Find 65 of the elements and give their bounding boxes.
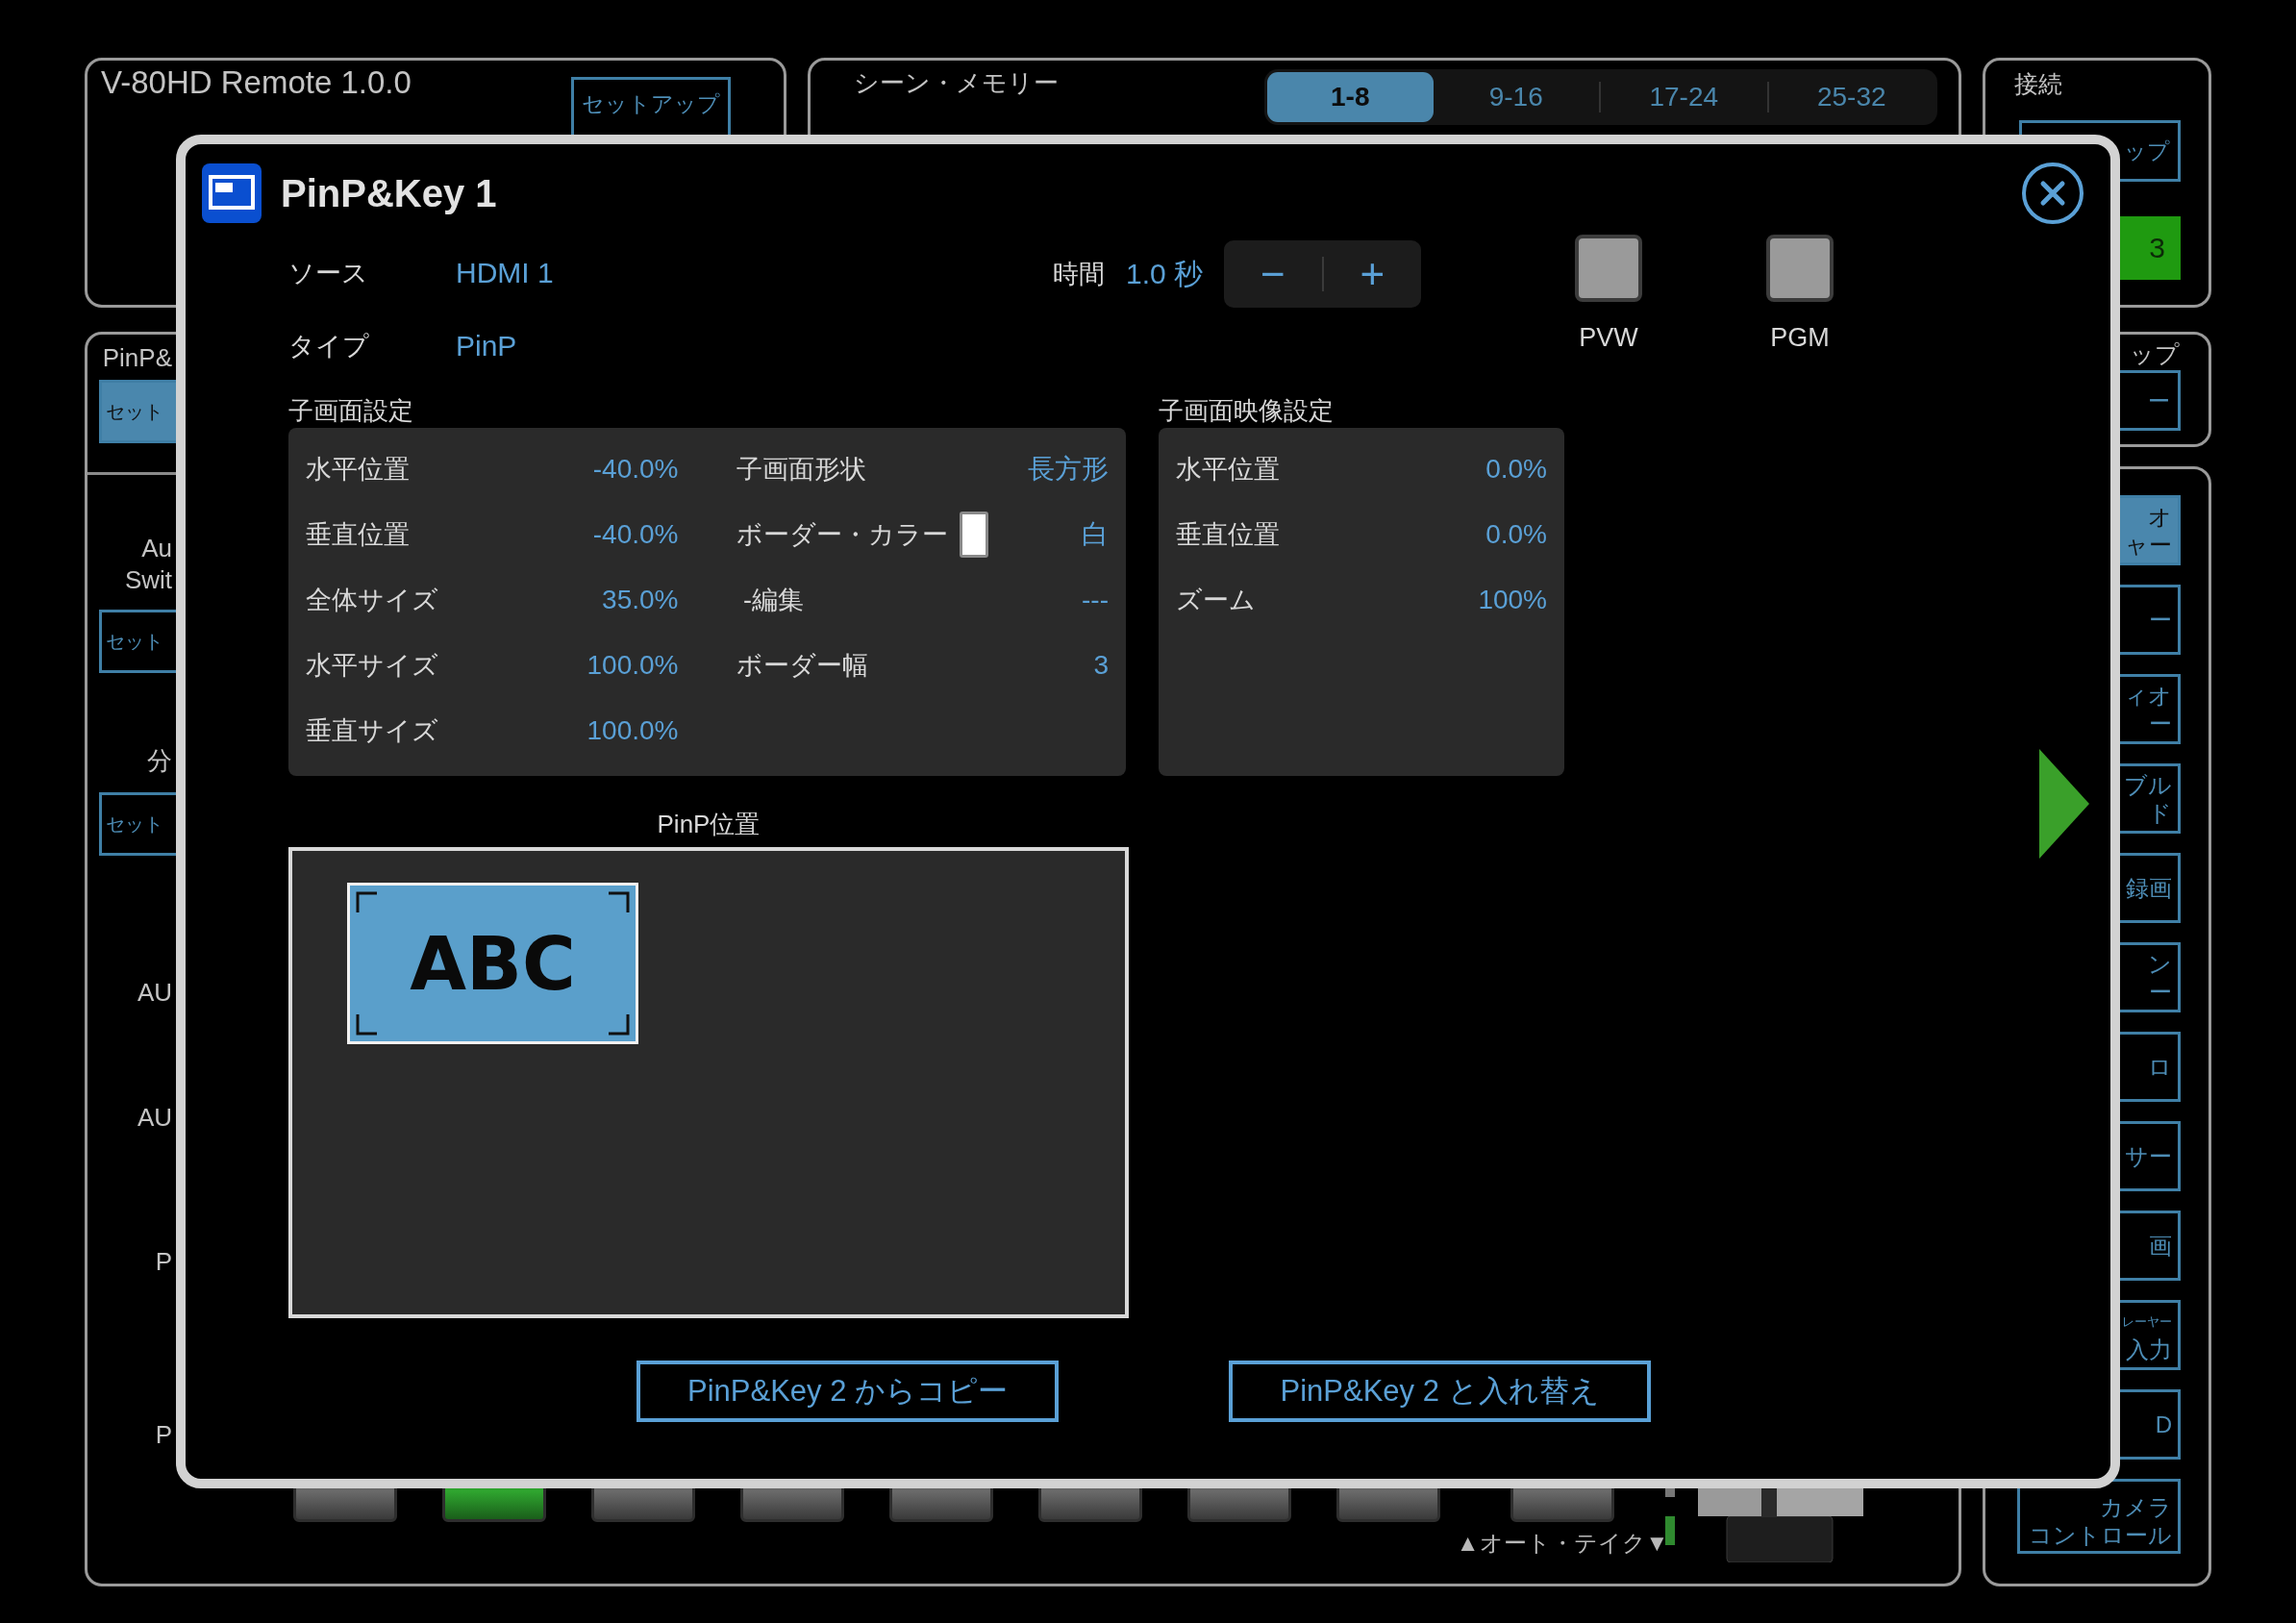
- setting-label: 全体サイズ: [306, 585, 438, 616]
- segment-tab[interactable]: 17-24: [1601, 72, 1767, 122]
- close-button[interactable]: [2022, 162, 2084, 224]
- inset-handle[interactable]: ABC: [347, 883, 638, 1044]
- section-title: PinP&: [102, 342, 173, 374]
- setting-label: 水平位置: [1176, 454, 1280, 486]
- setting-value[interactable]: 長方形: [1028, 451, 1109, 487]
- minus-button[interactable]: −: [1224, 240, 1322, 308]
- section-title: 子画面映像設定: [1159, 396, 1335, 425]
- setting-value[interactable]: 0.0%: [1485, 454, 1547, 485]
- item-label: AU: [137, 1102, 173, 1134]
- next-arrow-icon[interactable]: [2039, 749, 2089, 859]
- field-value[interactable]: HDMI 1: [456, 257, 554, 289]
- pip-icon: [202, 163, 262, 223]
- auto-take-label: ▲オート・テイク▼: [1456, 1529, 1669, 1558]
- setting-label: 子画面形状: [736, 454, 866, 486]
- field-label: ソース: [288, 258, 369, 289]
- action-button[interactable]: PinP&Key 2 からコピー: [636, 1361, 1059, 1422]
- setting-value[interactable]: 白: [1082, 516, 1109, 553]
- setting-value[interactable]: -40.0%: [592, 454, 679, 485]
- item-label: P: [155, 1419, 173, 1451]
- item-label: P: [155, 1246, 173, 1278]
- field-label: タイプ: [288, 331, 370, 362]
- corner-brackets-icon: [356, 891, 630, 1036]
- setting-value[interactable]: 0.0%: [1485, 519, 1547, 550]
- plus-button[interactable]: +: [1323, 240, 1422, 308]
- item-label: AU: [137, 977, 173, 1009]
- segment-tab[interactable]: 25-32: [1768, 72, 1934, 122]
- setting-value[interactable]: 100.0%: [586, 650, 679, 681]
- setting-value[interactable]: ---: [1082, 585, 1109, 615]
- setting-label: ズーム: [1176, 585, 1256, 616]
- inset-label: ABC: [410, 920, 576, 1007]
- indicator-label: PGM: [1770, 323, 1830, 353]
- setting-value[interactable]: 35.0%: [602, 585, 679, 615]
- setting-value[interactable]: 3: [1093, 650, 1109, 681]
- field-value[interactable]: PinP: [456, 330, 517, 362]
- setting-value[interactable]: 100%: [1478, 585, 1547, 615]
- item-label: 分: [147, 745, 173, 777]
- setting-value[interactable]: 100.0%: [586, 715, 679, 746]
- color-swatch[interactable]: [959, 512, 988, 558]
- close-icon: [2038, 179, 2067, 208]
- segment-tab[interactable]: 9-16: [1433, 72, 1599, 122]
- action-button[interactable]: PinP&Key 2 と入れ替え: [1229, 1361, 1651, 1422]
- section-title: 子画面設定: [288, 396, 414, 425]
- app-title: V-80HD Remote 1.0.0: [101, 64, 412, 101]
- setting-label: ボーダー・カラー: [736, 519, 948, 551]
- setting-label: -編集: [742, 585, 804, 616]
- position-pad[interactable]: ABC: [288, 847, 1129, 1318]
- section-title: 接続: [2014, 69, 2062, 99]
- item-label: Au Swit: [124, 533, 173, 596]
- section-title: シーン・メモリー: [854, 67, 1059, 99]
- setting-label: 垂直位置: [1176, 519, 1280, 551]
- section-title: ップ: [2130, 339, 2180, 369]
- setting-label: 水平サイズ: [306, 650, 438, 682]
- setting-label: 水平位置: [306, 454, 410, 486]
- section-title: PinP位置: [656, 810, 761, 838]
- setting-value[interactable]: -40.0%: [592, 519, 679, 550]
- indicator-label: PVW: [1579, 323, 1638, 353]
- field-value[interactable]: 1.0 秒: [1126, 254, 1204, 294]
- field-label: 時間: [1053, 259, 1105, 290]
- setting-label: 垂直サイズ: [306, 715, 438, 747]
- setting-label: 垂直位置: [306, 519, 410, 551]
- dialog-title: PinP&Key 1: [281, 171, 497, 215]
- setting-label: ボーダー幅: [736, 650, 868, 682]
- segment-tab[interactable]: 1-8: [1267, 72, 1434, 122]
